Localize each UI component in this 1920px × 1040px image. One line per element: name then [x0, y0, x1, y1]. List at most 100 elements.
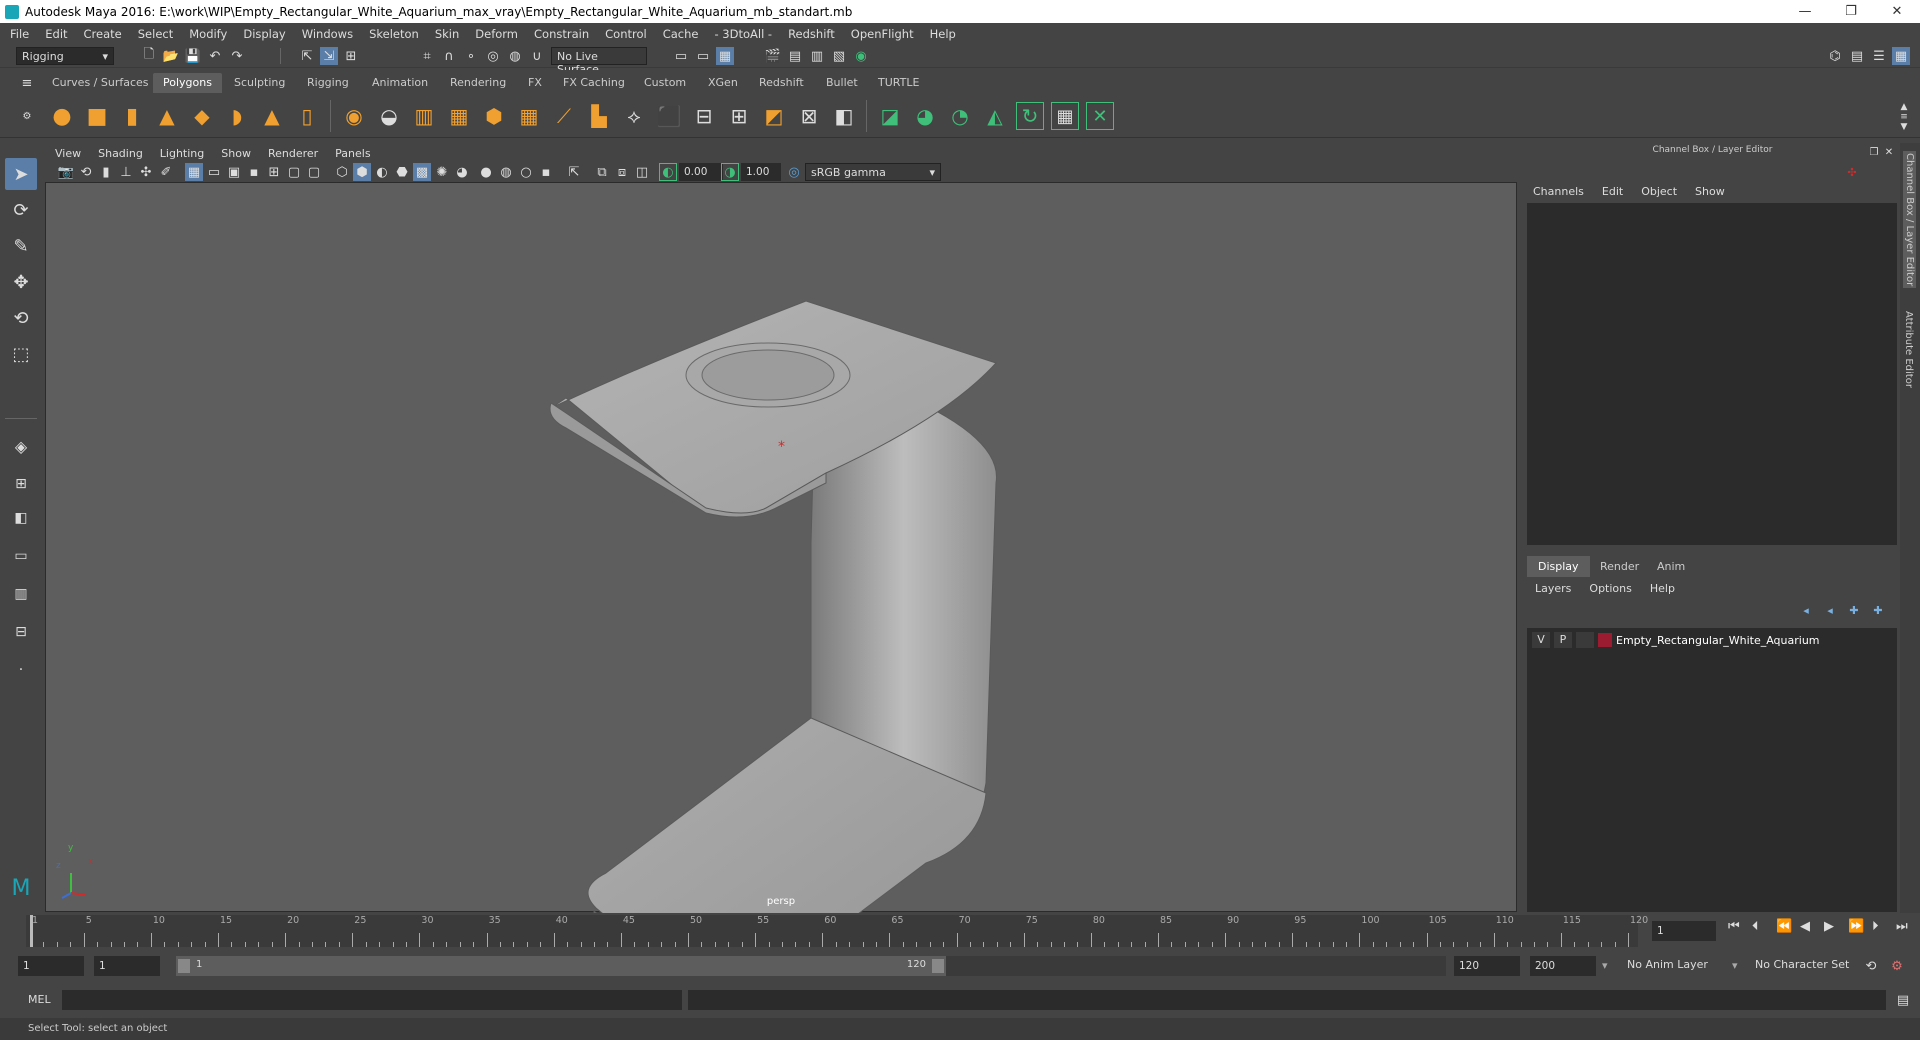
new-empty-layer-icon[interactable]: ✚ — [1845, 601, 1863, 619]
range-start-handle[interactable] — [178, 959, 190, 973]
grease-pencil-icon[interactable]: ✐ — [157, 163, 175, 181]
exposure-field[interactable]: 0.00 — [679, 163, 723, 181]
menu-skeleton[interactable]: Skeleton — [369, 27, 419, 41]
new-scene-icon[interactable]: 🗋 — [140, 47, 158, 65]
close-panel-icon[interactable]: ✕ — [1880, 143, 1898, 161]
multi-cut-icon[interactable]: ⊟ — [690, 102, 718, 130]
menu-select[interactable]: Select — [138, 27, 173, 41]
menu-control[interactable]: Control — [605, 27, 647, 41]
color-management-icon[interactable]: ◎ — [785, 163, 803, 181]
image-plane-icon[interactable]: ⊥ — [117, 163, 135, 181]
gate-mask-icon[interactable]: ▪ — [245, 163, 263, 181]
depth-of-field-icon[interactable]: ▪ — [537, 163, 555, 181]
shelf-scroll-down-icon[interactable]: ▼ — [1895, 118, 1913, 136]
snap-curve-icon[interactable]: ∩ — [440, 47, 458, 65]
redo-icon[interactable]: ↷ — [228, 47, 246, 65]
poly-plane-icon[interactable]: ◗ — [223, 102, 251, 130]
animation-preferences-icon[interactable]: ⚙ — [1888, 957, 1906, 975]
uv-automatic-icon[interactable]: ◭ — [981, 102, 1009, 130]
tab-attribute-editor[interactable]: Attribute Editor — [1903, 311, 1914, 388]
panel-menu-lighting[interactable]: Lighting — [160, 147, 204, 160]
four-view-layout-icon[interactable]: ⊞ — [5, 468, 37, 500]
two-d-pan-icon[interactable]: ✣ — [137, 163, 155, 181]
tab-fx[interactable]: FX — [518, 73, 552, 93]
more-layouts-icon[interactable]: · — [5, 654, 37, 686]
menu-edit[interactable]: Edit — [45, 27, 67, 41]
uv-planar-icon[interactable]: ◪ — [876, 102, 904, 130]
textured-icon[interactable]: ▩ — [413, 163, 431, 181]
layer-playback-toggle[interactable]: P — [1554, 632, 1572, 648]
average-vertices-icon[interactable]: ▦ — [515, 102, 543, 130]
snap-grid-icon[interactable]: ⌗ — [418, 47, 436, 65]
panel-menu-show[interactable]: Show — [221, 147, 251, 160]
new-layer-from-selected-icon[interactable]: ✚ — [1869, 601, 1887, 619]
menu-skin[interactable]: Skin — [435, 27, 459, 41]
poly-cube-icon[interactable]: ■ — [83, 102, 111, 130]
snap-surface-icon[interactable]: ◍ — [506, 47, 524, 65]
exposure-icon[interactable]: ◐ — [659, 163, 677, 181]
layer-menu-layers[interactable]: Layers — [1535, 582, 1571, 595]
scale-tool-icon[interactable]: ⬚ — [5, 338, 37, 370]
bookmark-icon[interactable]: ▮ — [97, 163, 115, 181]
step-back-key-icon[interactable]: ⏪ — [1776, 919, 1792, 934]
field-chart-icon[interactable]: ⊞ — [265, 163, 283, 181]
construction-history-icon[interactable]: ▦ — [716, 47, 734, 65]
play-forwards-icon[interactable]: ▶ — [1824, 919, 1834, 934]
cmd-language-label[interactable]: MEL — [28, 993, 51, 1006]
insert-edge-loop-icon[interactable]: ⊞ — [725, 102, 753, 130]
tab-xgen[interactable]: XGen — [698, 73, 748, 93]
render-view-icon[interactable]: ◉ — [852, 47, 870, 65]
render-current-icon[interactable]: 🎬 — [764, 47, 782, 65]
poly-torus-icon[interactable]: ◆ — [188, 102, 216, 130]
animation-start-field[interactable]: 1 — [18, 956, 84, 976]
offset-edge-loop-icon[interactable]: ◩ — [760, 102, 788, 130]
channel-menu-channels[interactable]: Channels — [1533, 185, 1584, 198]
persp-outliner-layout-icon[interactable]: ▭ — [5, 540, 37, 572]
uv-cylindrical-icon[interactable]: ◕ — [911, 102, 939, 130]
menu-display[interactable]: Display — [243, 27, 285, 41]
channel-menu-object[interactable]: Object — [1641, 185, 1677, 198]
range-track[interactable] — [946, 956, 1446, 976]
manipulator-icon[interactable]: ✣ — [1843, 163, 1861, 181]
channel-box-area[interactable] — [1527, 203, 1897, 545]
shelf-menu-icon[interactable]: ≡ — [18, 74, 36, 92]
move-layer-down-icon[interactable]: ◂ — [1821, 601, 1839, 619]
live-surface-field[interactable]: No Live Surface — [551, 47, 647, 76]
close-button[interactable]: ✕ — [1874, 4, 1920, 19]
tab-polygons[interactable]: Polygons — [153, 73, 222, 93]
modeling-toolkit-icon[interactable]: ⌬ — [1826, 47, 1844, 65]
menu-openflight[interactable]: OpenFlight — [851, 27, 914, 41]
time-ruler[interactable]: 1 5 10 15 20 25 30 35 40 45 50 55 60 65 70 75 80 85 90 95 10… — [26, 915, 1648, 947]
channel-box-toggle-icon[interactable]: ▦ — [1892, 47, 1910, 65]
fill-hole-icon[interactable]: ⬛ — [655, 102, 683, 130]
uv-unfold-icon[interactable]: ↻ — [1016, 102, 1044, 130]
anti-aliasing-icon[interactable]: ○ — [517, 163, 535, 181]
default-material-icon[interactable]: ◐ — [373, 163, 391, 181]
restore-button[interactable]: ❐ — [1828, 4, 1874, 19]
gamma-field[interactable]: 1.00 — [741, 163, 781, 181]
collapse-icon[interactable]: ◧ — [830, 102, 858, 130]
perspective-viewport[interactable]: * y x z persp — [45, 182, 1517, 913]
select-tool-icon[interactable]: ➤ — [5, 158, 37, 190]
layer-menu-help[interactable]: Help — [1650, 582, 1675, 595]
tab-bullet[interactable]: Bullet — [816, 73, 868, 93]
playback-end-field[interactable]: 120 — [1454, 956, 1520, 976]
chevron-down-icon[interactable]: ▾ — [1732, 959, 1738, 972]
xray-icon[interactable]: ⧉ — [593, 163, 611, 181]
poly-cone-icon[interactable]: ▲ — [153, 102, 181, 130]
menu-3dtoall[interactable]: - 3DtoAll - — [714, 27, 772, 41]
menu-file[interactable]: File — [10, 27, 29, 41]
extract-icon[interactable]: ▥ — [410, 102, 438, 130]
outliner-layout-icon[interactable]: ▥ — [5, 578, 37, 610]
input-ops-icon[interactable]: ▭ — [672, 47, 690, 65]
append-polygon-icon[interactable]: ⟡ — [620, 102, 648, 130]
move-layer-up-icon[interactable]: ◂ — [1797, 601, 1815, 619]
menu-windows[interactable]: Windows — [302, 27, 353, 41]
render-settings-icon[interactable]: ▥ — [808, 47, 826, 65]
resolution-gate-icon[interactable]: ▣ — [225, 163, 243, 181]
tab-sculpting[interactable]: Sculpting — [224, 73, 295, 93]
panel-menu-renderer[interactable]: Renderer — [268, 147, 318, 160]
menu-help[interactable]: Help — [930, 27, 956, 41]
xray-components-icon[interactable]: ◫ — [633, 163, 651, 181]
layer-visibility-toggle[interactable]: V — [1532, 632, 1550, 648]
